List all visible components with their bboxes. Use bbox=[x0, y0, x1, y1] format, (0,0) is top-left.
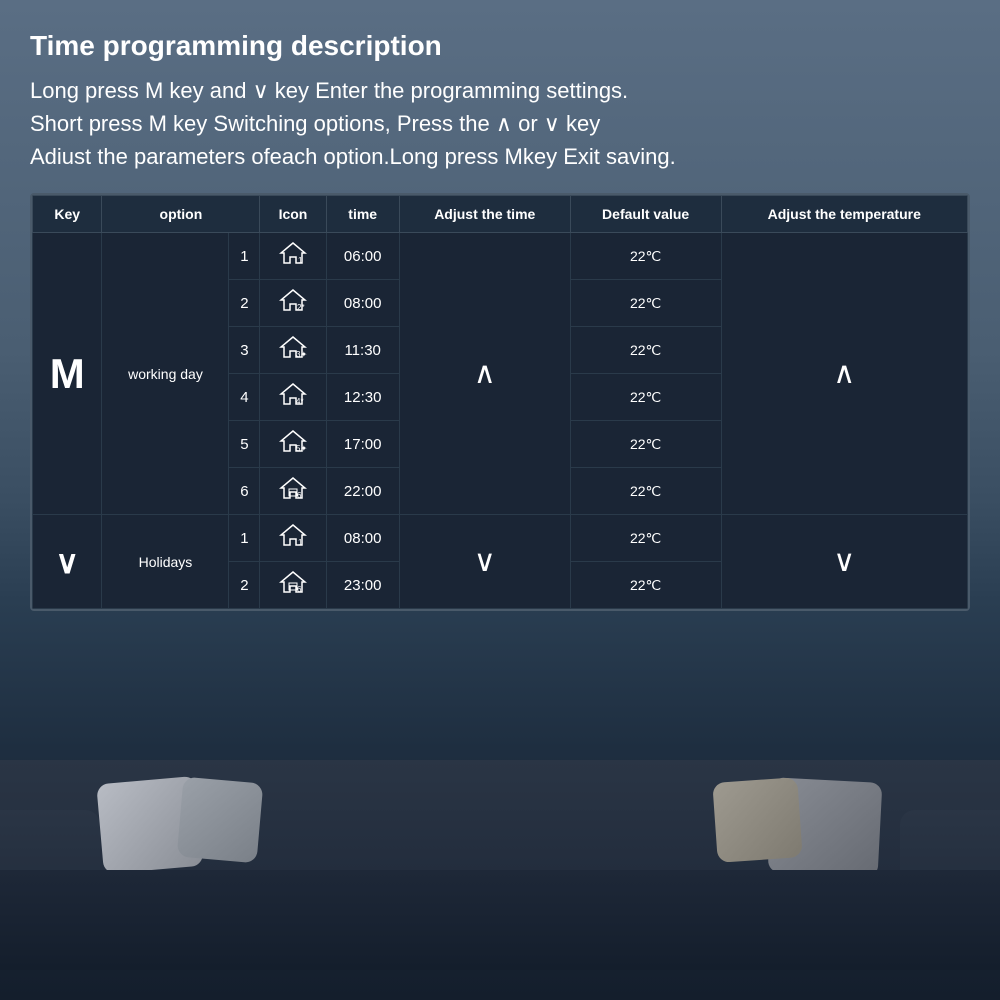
col-header-option: option bbox=[102, 196, 260, 233]
icon-6: 6 bbox=[260, 468, 326, 515]
holidays-label: Holidays bbox=[139, 554, 193, 570]
up-arrow-icon: ∧ bbox=[474, 357, 496, 390]
icon-h2: 6 bbox=[260, 562, 326, 609]
v-down-key-cell: ∨ bbox=[33, 515, 102, 609]
sub-num-1: 1 bbox=[229, 233, 260, 280]
default-6: 22℃ bbox=[570, 468, 721, 515]
sub-num-6: 6 bbox=[229, 468, 260, 515]
table-row: ∨ Holidays 1 1 08:00 ∨ bbox=[33, 515, 968, 562]
default-h1: 22℃ bbox=[570, 515, 721, 562]
adjust-temp-down: ∨ bbox=[721, 515, 968, 609]
svg-text:2*: 2* bbox=[297, 303, 305, 312]
sub-num-5: 5 bbox=[229, 421, 260, 468]
col-header-time: time bbox=[326, 196, 399, 233]
desc-line3: Adiust the parameters ofeach option.Long… bbox=[30, 140, 970, 173]
default-1: 22℃ bbox=[570, 233, 721, 280]
sofa-decoration bbox=[0, 650, 1000, 1000]
icon-2: 2* bbox=[260, 280, 326, 327]
svg-text:5✦: 5✦ bbox=[296, 444, 307, 453]
svg-text:4*: 4* bbox=[296, 397, 304, 406]
desc-line2: Short press M key Switching options, Pre… bbox=[30, 107, 970, 140]
default-3: 22℃ bbox=[570, 327, 721, 374]
time-4: 12:30 bbox=[326, 374, 399, 421]
adjust-time-up: ∧ bbox=[399, 233, 570, 515]
sofa-seat bbox=[0, 870, 1000, 970]
time-5: 17:00 bbox=[326, 421, 399, 468]
default-4: 22℃ bbox=[570, 374, 721, 421]
time-h2: 23:00 bbox=[326, 562, 399, 609]
svg-text:6: 6 bbox=[297, 491, 302, 500]
default-h2: 22℃ bbox=[570, 562, 721, 609]
adjust-time-down: ∨ bbox=[399, 515, 570, 609]
icon-h1: 1 bbox=[260, 515, 326, 562]
svg-text:3✦: 3✦ bbox=[296, 350, 307, 359]
time-2: 08:00 bbox=[326, 280, 399, 327]
time-h1: 08:00 bbox=[326, 515, 399, 562]
icon-4: 4* bbox=[260, 374, 326, 421]
m-key-label: M bbox=[50, 350, 85, 397]
v-down-label: ∨ bbox=[56, 544, 79, 580]
col-header-adjust-time: Adjust the time bbox=[399, 196, 570, 233]
working-day-cell: working day bbox=[102, 233, 229, 515]
default-5: 22℃ bbox=[570, 421, 721, 468]
icon-3: 3✦ bbox=[260, 327, 326, 374]
sub-num-2: 2 bbox=[229, 280, 260, 327]
holidays-cell: Holidays bbox=[102, 515, 229, 609]
col-header-adjust-temp: Adjust the temperature bbox=[721, 196, 968, 233]
col-header-icon: Icon bbox=[260, 196, 326, 233]
title-section: Time programming description Long press … bbox=[30, 30, 970, 193]
description-text: Long press M key and ∨ key Enter the pro… bbox=[30, 74, 970, 173]
sub-num-4: 4 bbox=[229, 374, 260, 421]
svg-text:1: 1 bbox=[298, 256, 303, 265]
col-header-key: Key bbox=[33, 196, 102, 233]
svg-text:6: 6 bbox=[297, 585, 302, 594]
sub-num-3: 3 bbox=[229, 327, 260, 374]
m-key-cell: M bbox=[33, 233, 102, 515]
pillow-2 bbox=[177, 777, 264, 864]
page-title: Time programming description bbox=[30, 30, 970, 62]
temp-up-arrow-icon: ∧ bbox=[833, 357, 855, 390]
working-day-label: working day bbox=[128, 366, 203, 382]
sub-num-h2: 2 bbox=[229, 562, 260, 609]
desc-line1: Long press M key and ∨ key Enter the pro… bbox=[30, 74, 970, 107]
time-6: 22:00 bbox=[326, 468, 399, 515]
svg-text:1: 1 bbox=[298, 538, 303, 547]
sub-num-h1: 1 bbox=[229, 515, 260, 562]
adjust-temp-up: ∧ bbox=[721, 233, 968, 515]
time-1: 06:00 bbox=[326, 233, 399, 280]
icon-5: 5✦ bbox=[260, 421, 326, 468]
programming-table: Key option Icon time Adjust the time Def… bbox=[30, 193, 970, 611]
pillow-4 bbox=[712, 777, 802, 863]
down-arrow-icon: ∨ bbox=[474, 545, 496, 578]
temp-down-arrow-icon: ∨ bbox=[833, 545, 855, 578]
col-header-default: Default value bbox=[570, 196, 721, 233]
time-3: 11:30 bbox=[326, 327, 399, 374]
table-row: M working day 1 1 06:00 ∧ bbox=[33, 233, 968, 280]
icon-1: 1 bbox=[260, 233, 326, 280]
default-2: 22℃ bbox=[570, 280, 721, 327]
